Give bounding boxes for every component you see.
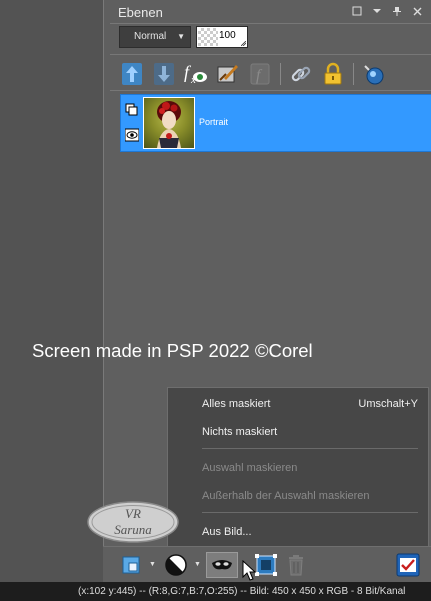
trash-icon [289,555,303,576]
edit-palette-icon[interactable] [214,59,242,89]
menu-separator-2 [202,512,418,513]
layer-toolbar: fx f [118,58,392,90]
move-layer-down-icon[interactable] [150,59,178,89]
watermark-text: Screen made in PSP 2022 ©Corel [32,340,313,361]
menu-item-auswahl-maskieren: Auswahl maskieren [202,462,298,474]
layer-row-portrait[interactable]: Portrait [120,94,431,152]
vr-saruna-logo: VR Saruna [87,501,179,543]
link-icon[interactable] [287,59,315,89]
new-layer-icon [122,556,140,574]
eye-visibility-icon[interactable] [125,128,139,142]
close-icon[interactable] [411,4,423,18]
layer-properties-button[interactable] [395,552,421,578]
opacity-value: 100 [219,30,236,41]
delete-layer-button[interactable] [283,552,309,578]
status-text: (x:102 y:445) -- (R:8,G:7,B:7,O:255) -- … [78,586,406,597]
menu-item-alles-maskiert[interactable]: Alles maskiert [202,398,270,410]
title-divider [110,23,431,24]
mask-icon [212,560,232,570]
layers-bottom-bar: ▼ ▼ [103,546,431,582]
globe-icon[interactable] [360,59,388,89]
options-divider [110,54,431,55]
layer-name: Portrait [199,117,229,127]
fx-visibility-icon[interactable]: fx [182,59,210,89]
svg-text:Saruna: Saruna [114,522,152,537]
pin-icon[interactable] [391,4,403,18]
chevron-down-icon[interactable]: ▼ [194,561,201,568]
svg-text:VR: VR [125,506,141,521]
blend-mode-select[interactable]: Normal ▼ [119,26,191,48]
toolbar-divider [110,90,431,91]
menu-item-ausserhalb-auswahl-maskieren: Außerhalb der Auswahl maskieren [202,490,370,502]
mouse-cursor-icon [242,560,257,581]
canvas-area [0,0,103,582]
toolbar-separator [280,63,281,85]
layer-group-icon[interactable] [125,103,139,117]
status-bar: (x:102 y:445) -- (R:8,G:7,B:7,O:255) -- … [0,582,431,601]
dropdown-icon[interactable] [371,4,383,18]
lock-icon[interactable] [319,59,347,89]
menu-item-aus-bild[interactable]: Aus Bild... [202,526,252,538]
mask-button[interactable] [206,552,238,578]
toolbar-separator-2 [353,63,354,85]
maximize-icon[interactable] [351,4,363,18]
function-icon[interactable]: f [246,59,274,89]
menu-item-nichts-maskiert[interactable]: Nichts maskiert [202,426,277,438]
opacity-field[interactable]: 100 [196,26,248,48]
chevron-down-icon: ▼ [177,32,185,41]
layer-thumbnail[interactable] [143,97,195,149]
adjustment-layer-button[interactable] [163,552,189,578]
transparency-checker-icon [198,28,218,46]
menu-shortcut: Umschalt+Y [358,398,418,410]
blend-mode-value: Normal [134,31,167,42]
menu-separator [202,448,418,449]
panel-title: Ebenen [118,5,163,20]
move-layer-up-icon[interactable] [118,59,146,89]
chevron-down-icon[interactable]: ▼ [149,561,156,568]
properties-checkmark-icon [396,553,420,577]
portrait-thumbnail-image [157,101,181,148]
resize-grip-icon [241,41,246,46]
new-layer-button[interactable] [119,552,145,578]
mask-context-menu: Alles maskiert Umschalt+Y Nichts maskier… [167,387,429,549]
panel-title-controls [351,4,423,18]
adjustment-circle-icon [165,554,187,576]
